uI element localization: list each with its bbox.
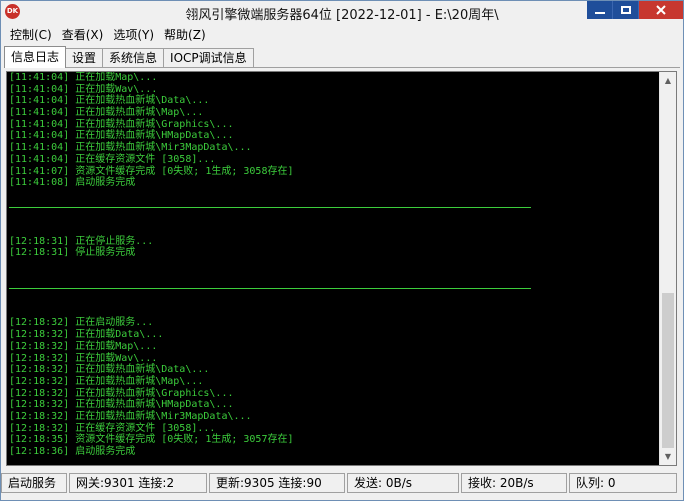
status-receive: 接收: 20B/s [461, 473, 567, 493]
log-line: [12:18:35] 资源文件缓存完成 [0失败; 1生成; 3057存在] [9, 434, 294, 446]
menu-view[interactable]: 查看(X) [57, 25, 109, 45]
log-line: [12:18:32] 正在加载热血新城\Data\... [9, 364, 210, 376]
log-blank-line [9, 189, 659, 201]
window-title: 翎风引擎微端服务器64位 [2022-12-01] - E:\20周年\ [185, 8, 499, 23]
tab-strip: 信息日志 设置 系统信息 IOCP调试信息 [4, 46, 254, 68]
log-blank-line [9, 259, 659, 271]
log-line: [12:18:32] 正在加载热血新城\HMapData\... [9, 399, 234, 411]
menu-options[interactable]: 选项(Y) [108, 25, 159, 45]
maximize-button[interactable] [613, 1, 639, 19]
status-gateway: 网关:9301 连接:2 [69, 473, 207, 493]
log-blank-line [9, 224, 659, 236]
tab-divider [4, 67, 680, 68]
log-line: [12:18:32] 正在加载Wav\... [9, 352, 158, 364]
log-line: [12:18:32] 正在加载热血新城\Mir3MapData\... [9, 410, 252, 422]
log-blank-line [9, 294, 659, 306]
tab-info-log[interactable]: 信息日志 [4, 46, 67, 68]
menu-control[interactable]: 控制(C) [5, 25, 57, 45]
log-line: [12:18:32] 正在加载热血新城\Map\... [9, 375, 204, 387]
app-window: DK 翎风引擎微端服务器64位 [2022-12-01] - E:\20周年\ … [0, 0, 684, 501]
log-output[interactable]: [11:41:04] 正在加载Map\... [11:41:04] 正在加载Wav… [9, 72, 659, 465]
log-separator [9, 282, 659, 294]
status-send: 发送: 0B/s [347, 473, 459, 493]
log-line: [11:41:04] 正在加载热血新城\Data\... [9, 95, 210, 107]
log-blank-line [9, 212, 659, 224]
triangle-up-icon: ▲ [664, 76, 672, 85]
log-line: [12:18:32] 正在加载Data\... [9, 329, 164, 341]
log-line: [11:41:04] 正在加载热血新城\Mir3MapData\... [9, 142, 252, 154]
close-button[interactable] [639, 1, 683, 19]
menu-bar: 控制(C) 查看(X) 选项(Y) 帮助(Z) [1, 25, 211, 45]
log-line: [11:41:04] 正在缓存资源文件 [3058]... [9, 153, 216, 165]
log-line: [11:41:07] 资源文件缓存完成 [0失败; 1生成; 3058存在] [9, 165, 294, 177]
maximize-icon [620, 6, 631, 14]
log-line: [11:41:04] 正在加载热血新城\Map\... [9, 107, 204, 119]
title-bar[interactable]: DK 翎风引擎微端服务器64位 [2022-12-01] - E:\20周年\ [1, 1, 683, 23]
status-service: 启动服务 [1, 473, 67, 493]
log-line: [12:18:32] 正在缓存资源文件 [3058]... [9, 422, 216, 434]
close-icon [656, 5, 666, 15]
log-line: [12:18:36] 启动服务完成 [9, 446, 136, 457]
log-line: [12:18:31] 停止服务完成 [9, 247, 136, 259]
status-bar: 启动服务 网关:9301 连接:2 更新:9305 连接:90 发送: 0B/s… [1, 472, 683, 494]
tab-iocp-debug[interactable]: IOCP调试信息 [163, 48, 254, 68]
scroll-up-button[interactable]: ▲ [660, 72, 676, 89]
window-controls [587, 1, 683, 19]
log-separator [9, 201, 659, 213]
minimize-icon [594, 12, 605, 14]
tab-settings[interactable]: 设置 [65, 48, 104, 68]
log-line: [11:41:04] 正在加载Map\... [9, 72, 158, 83]
log-line: [11:41:04] 正在加载热血新城\HMapData\... [9, 130, 234, 142]
log-console[interactable]: [11:41:04] 正在加载Map\... [11:41:04] 正在加载Wav… [6, 71, 677, 466]
log-line: [12:18:32] 正在加载热血新城\Graphics\... [9, 387, 234, 399]
menu-help[interactable]: 帮助(Z) [159, 25, 211, 45]
vertical-scrollbar[interactable]: ▲ ▼ [659, 72, 676, 465]
log-line: [12:18:31] 正在停止服务... [9, 235, 154, 247]
log-blank-line [9, 271, 659, 283]
scrollbar-thumb[interactable] [662, 293, 674, 448]
status-update: 更新:9305 连接:90 [209, 473, 345, 493]
scroll-down-button[interactable]: ▼ [660, 448, 676, 465]
log-line: [11:41:08] 启动服务完成 [9, 177, 136, 189]
log-blank-line [9, 306, 659, 318]
log-line: [11:41:04] 正在加载Wav\... [9, 83, 158, 95]
log-line: [11:41:04] 正在加载热血新城\Graphics\... [9, 118, 234, 130]
log-line: [12:18:32] 正在加载Map\... [9, 340, 158, 352]
tab-system-info[interactable]: 系统信息 [102, 48, 165, 68]
status-queue: 队列: 0 [569, 473, 677, 493]
log-line: [12:18:32] 正在启动服务... [9, 317, 154, 329]
triangle-down-icon: ▼ [664, 452, 672, 461]
minimize-button[interactable] [587, 1, 613, 19]
